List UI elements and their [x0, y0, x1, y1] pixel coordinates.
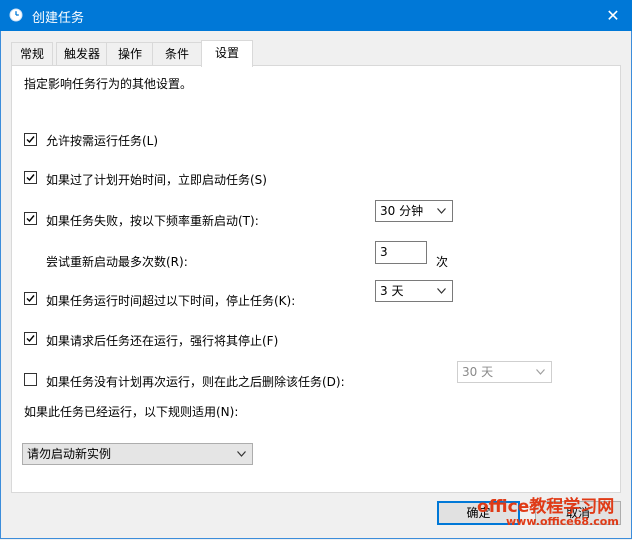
- restart-on-fail-checkbox[interactable]: [24, 212, 37, 225]
- chevron-down-icon: [536, 369, 545, 375]
- checkmark-icon: [26, 335, 35, 343]
- restart-interval-dropdown[interactable]: 30 分钟: [375, 200, 453, 222]
- delete-if-not-scheduled-checkbox[interactable]: [24, 373, 37, 386]
- delete-after-value: 30 天: [462, 365, 494, 379]
- title-bar: 创建任务 ✕: [0, 0, 632, 31]
- close-icon[interactable]: ✕: [598, 2, 628, 29]
- allow-on-demand-checkbox[interactable]: [24, 133, 37, 146]
- checkmark-icon: [26, 295, 35, 303]
- task-scheduler-icon: [9, 8, 23, 22]
- restart-attempts-unit: 次: [436, 255, 449, 269]
- already-running-rule-value: 请勿启动新实例: [27, 447, 112, 461]
- already-running-rule-dropdown[interactable]: 请勿启动新实例: [22, 443, 253, 465]
- run-asap-checkbox[interactable]: [24, 171, 37, 184]
- tab-settings[interactable]: 设置: [201, 40, 253, 67]
- delete-if-not-scheduled-label: 如果任务没有计划再次运行，则在此之后删除该任务(D):: [46, 375, 345, 389]
- already-running-rule-label: 如果此任务已经运行，以下规则适用(N):: [24, 405, 239, 419]
- tab-conditions[interactable]: 条件: [152, 42, 202, 65]
- chevron-down-icon: [237, 451, 246, 457]
- checkmark-icon: [26, 136, 35, 144]
- chevron-down-icon: [437, 208, 446, 214]
- restart-attempts-input[interactable]: 3: [375, 241, 427, 264]
- tab-actions[interactable]: 操作: [106, 42, 154, 65]
- chevron-down-icon: [437, 288, 446, 294]
- stop-if-runs-longer-checkbox[interactable]: [24, 292, 37, 305]
- window-title: 创建任务: [32, 11, 85, 26]
- delete-after-dropdown[interactable]: 30 天: [457, 361, 552, 383]
- allow-on-demand-label: 允许按需运行任务(L): [46, 134, 159, 148]
- run-asap-label: 如果过了计划开始时间，立即启动任务(S): [46, 173, 267, 187]
- stop-duration-value: 3 天: [380, 284, 404, 298]
- watermark-site-url: www.office68.com: [506, 515, 619, 528]
- force-stop-label: 如果请求后任务还在运行，强行将其停止(F): [46, 334, 279, 348]
- checkmark-icon: [26, 174, 35, 182]
- settings-description: 指定影响任务行为的其他设置。: [24, 77, 193, 91]
- restart-on-fail-label: 如果任务失败，按以下频率重新启动(T):: [46, 214, 259, 228]
- restart-attempts-label: 尝试重新启动最多次数(R):: [46, 255, 188, 269]
- tab-triggers[interactable]: 触发器: [56, 42, 108, 65]
- force-stop-checkbox[interactable]: [24, 332, 37, 345]
- checkmark-icon: [26, 215, 35, 223]
- stop-duration-dropdown[interactable]: 3 天: [375, 280, 453, 302]
- stop-if-runs-longer-label: 如果任务运行时间超过以下时间，停止任务(K):: [46, 294, 296, 308]
- tab-general[interactable]: 常规: [11, 42, 53, 65]
- watermark-site-name: office教程学习网: [477, 497, 615, 517]
- restart-interval-value: 30 分钟: [380, 204, 424, 218]
- settings-panel: [11, 65, 621, 493]
